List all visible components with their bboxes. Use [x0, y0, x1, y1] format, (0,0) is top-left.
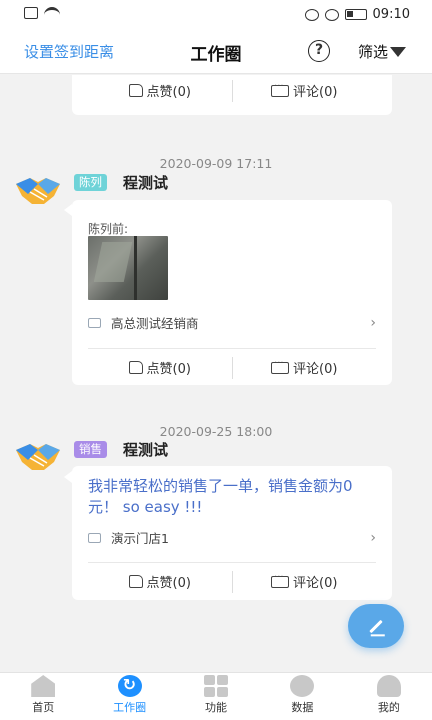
chevron-right-icon: › — [370, 529, 376, 546]
comment-icon — [271, 358, 290, 374]
post-tag: 陈列 — [74, 174, 107, 191]
store-row[interactable]: 演示门店1 › — [88, 528, 376, 547]
tab-label: 数据 — [291, 701, 314, 714]
help-button[interactable]: ? — [308, 40, 330, 62]
tab-data[interactable]: 数据 — [259, 673, 345, 720]
tab-label: 首页 — [32, 701, 55, 714]
like-count: 点赞(0) — [146, 362, 191, 377]
status-time: 09:10 — [372, 7, 410, 22]
bubble-tip — [64, 471, 72, 483]
set-checkin-distance-link[interactable]: 设置签到距离 — [24, 41, 114, 62]
status-bar: 09:10 — [0, 0, 432, 30]
alarm-icon — [324, 8, 339, 21]
sim-icon — [24, 7, 38, 19]
post-text: 我非常轻松的销售了一单，销售金额为0元！ so easy !!! — [88, 477, 353, 516]
comment-button[interactable]: 评论(0) — [233, 81, 377, 100]
tab-label: 工作圈 — [113, 701, 147, 714]
thumbs-up-icon — [128, 361, 143, 374]
chevron-right-icon: › — [370, 314, 376, 331]
home-icon — [31, 675, 56, 697]
comment-button[interactable]: 评论(0) — [233, 358, 377, 377]
tab-mine[interactable]: 我的 — [346, 673, 432, 720]
handshake-avatar-icon — [16, 444, 60, 470]
post-actions: 点赞(0) 评论(0) — [88, 75, 376, 109]
header: 设置签到距离 工作圈 ? 筛选 — [0, 30, 432, 74]
like-button[interactable]: 点赞(0) — [88, 572, 232, 591]
post-actions: 点赞(0) 评论(0) — [88, 562, 376, 600]
store-name: 高总测试经销商 — [111, 316, 199, 331]
store-name: 演示门店1 — [111, 531, 169, 546]
compose-button[interactable] — [348, 604, 404, 648]
thumbs-up-icon — [128, 84, 143, 97]
filter-icon — [390, 46, 407, 57]
post-actions: 点赞(0) 评论(0) — [88, 348, 376, 386]
like-button[interactable]: 点赞(0) — [88, 81, 232, 100]
tab-home[interactable]: 首页 — [0, 673, 86, 720]
post-timestamp: 2020-09-09 17:11 — [159, 156, 273, 171]
comment-count: 评论(0) — [293, 576, 338, 591]
thumbs-up-icon — [128, 575, 143, 588]
comment-icon — [271, 572, 290, 588]
store-icon — [88, 532, 101, 543]
like-button[interactable]: 点赞(0) — [88, 358, 232, 377]
post-card: 陈列前: 高总测试经销商 › 点赞(0) 评论(0) — [72, 200, 392, 385]
battery-icon — [344, 9, 367, 20]
post-author: 程测试 — [123, 174, 169, 192]
pie-chart-icon — [290, 675, 315, 697]
post-author: 程测试 — [123, 441, 169, 459]
post-timestamp: 2020-09-25 18:00 — [159, 424, 273, 439]
pen-icon — [369, 619, 383, 633]
user-icon — [376, 675, 401, 697]
post-label: 陈列前: — [88, 222, 129, 236]
post-card: 我非常轻松的销售了一单，销售金额为0元！ so easy !!! 演示门店1 ›… — [72, 466, 392, 600]
comment-icon — [271, 81, 290, 97]
status-left — [24, 7, 60, 19]
store-row[interactable]: 高总测试经销商 › — [88, 313, 376, 332]
refresh-circle-icon — [117, 675, 142, 697]
post-photo[interactable] — [88, 236, 168, 300]
eye-icon — [304, 8, 319, 21]
filter-button[interactable]: 筛选 — [358, 41, 407, 62]
tab-label: 功能 — [205, 701, 228, 714]
like-count: 点赞(0) — [146, 85, 191, 100]
filter-label: 筛选 — [358, 43, 389, 61]
post-card: 点赞(0) 评论(0) — [72, 75, 392, 115]
tab-functions[interactable]: 功能 — [173, 673, 259, 720]
comment-button[interactable]: 评论(0) — [233, 572, 377, 591]
comment-count: 评论(0) — [293, 85, 338, 100]
status-right: 09:10 — [304, 7, 410, 22]
grid-icon — [204, 675, 229, 697]
tab-label: 我的 — [377, 701, 400, 714]
tab-work-circle[interactable]: 工作圈 — [86, 673, 172, 720]
bubble-tip — [64, 204, 72, 216]
like-count: 点赞(0) — [146, 576, 191, 591]
post-tag: 销售 — [74, 441, 107, 458]
comment-count: 评论(0) — [293, 362, 338, 377]
bottom-tab-bar: 首页 工作圈 功能 数据 我的 — [0, 672, 432, 720]
feed[interactable]: 点赞(0) 评论(0) 2020-09-09 17:11 陈列 程测试 陈列前:… — [0, 75, 432, 672]
store-icon — [88, 317, 101, 328]
handshake-avatar-icon — [16, 178, 60, 204]
wifi-icon — [44, 7, 60, 19]
